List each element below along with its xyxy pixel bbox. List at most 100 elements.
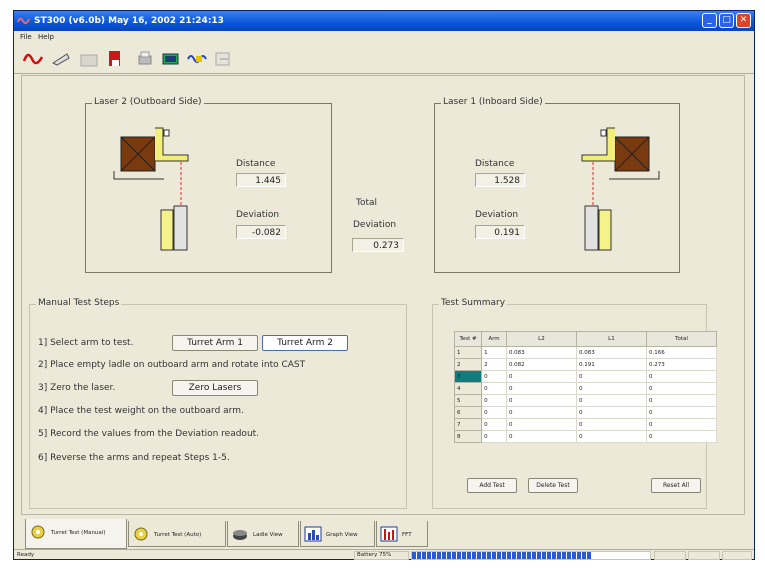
test-summary-table: Test # Arm L2 L1 Total 1 1 0.083 0.083 0.166… — [453, 331, 718, 459]
laser2-group: Laser 2 (Outboard Side) Distance 1.445 D… — [85, 97, 332, 273]
turret-arm-2-button[interactable]: Turret Arm 2 — [262, 335, 348, 351]
test-summary-title: Test Summary — [439, 298, 508, 308]
step-3: 3] Zero the laser. — [38, 383, 116, 393]
turret-arm-1-button[interactable]: Turret Arm 1 — [172, 335, 258, 351]
table-cell: 0 — [645, 394, 718, 407]
table-cell: 0 — [481, 406, 507, 419]
laser2-title: Laser 2 (Outboard Side) — [92, 97, 204, 107]
table-row[interactable]: 70000 — [453, 418, 718, 431]
spectrum-icon — [380, 526, 398, 542]
total-deviation-label-line2: Deviation — [353, 220, 397, 230]
table-cell: 0.191 — [575, 358, 647, 371]
total-deviation-label-line1: Total — [356, 198, 378, 208]
table-cell: 0 — [575, 370, 647, 383]
table-cell: 0.166 — [645, 346, 718, 359]
printer-icon[interactable] — [134, 48, 156, 70]
tab-turret-test-manual[interactable]: Turret Test (Manual) — [25, 519, 127, 549]
table-cell: 0 — [481, 430, 507, 443]
tab-label: Ladle View — [253, 532, 283, 538]
laser2-diagram — [113, 127, 189, 251]
col-l1: L1 — [575, 331, 647, 347]
table-cell: 1 — [481, 346, 507, 359]
tab-label: Turret Test (Manual) — [51, 530, 106, 536]
table-row[interactable]: 40000 — [453, 382, 718, 395]
maximize-button[interactable]: □ — [719, 13, 734, 28]
battery-label: Battery 75% — [357, 552, 392, 558]
gear-icon — [134, 527, 148, 541]
export-icon[interactable] — [212, 48, 234, 70]
monitor-icon[interactable] — [160, 48, 182, 70]
delete-test-button[interactable]: Delete Test — [528, 478, 578, 493]
tab-graph-view[interactable]: Graph View — [300, 521, 375, 547]
table-cell: 0 — [575, 382, 647, 395]
application-window: ST300 (v6.0b) May 16, 2002 21:24:13 _ □ … — [13, 10, 755, 560]
table-row[interactable]: 1 1 0.083 0.083 0.166 — [453, 346, 718, 359]
table-cell: 3 — [453, 370, 483, 383]
col-total: Total — [645, 331, 718, 347]
waveform-icon[interactable] — [22, 48, 44, 70]
table-row[interactable]: 60000 — [453, 406, 718, 419]
laser2-deviation-label: Deviation — [236, 210, 280, 220]
table-cell: 8 — [453, 430, 483, 443]
table-cell: 0 — [481, 394, 507, 407]
table-cell: 2 — [453, 358, 483, 371]
window-title: ST300 (v6.0b) May 16, 2002 21:24:13 — [34, 16, 224, 26]
close-button[interactable]: ✕ — [736, 13, 751, 28]
zero-lasers-button[interactable]: Zero Lasers — [172, 380, 258, 396]
table-cell: 0 — [645, 418, 718, 431]
table-cell: 2 — [481, 358, 507, 371]
tab-turret-test-auto[interactable]: Turret Test (Auto) — [128, 521, 226, 547]
table-cell: 1 — [453, 346, 483, 359]
graph-icon — [304, 526, 322, 542]
menu-file[interactable]: File — [20, 33, 32, 41]
status-text: Ready — [17, 552, 35, 558]
laser1-deviation-value: 0.191 — [475, 225, 525, 239]
status-panel — [688, 551, 720, 560]
tab-fft[interactable]: FFT — [376, 521, 428, 547]
table-row[interactable]: 2 2 0.082 0.191 0.273 — [453, 358, 718, 371]
table-row[interactable]: 50000 — [453, 394, 718, 407]
table-cell: 0.082 — [505, 358, 577, 371]
col-l2: L2 — [505, 331, 577, 347]
tab-label: Turret Test (Auto) — [154, 532, 202, 538]
add-test-button[interactable]: Add Test — [467, 478, 517, 493]
folder-icon[interactable] — [78, 48, 100, 70]
reset-all-button[interactable]: Reset All — [651, 478, 701, 493]
table-cell: 0 — [505, 418, 577, 431]
table-cell: 0 — [645, 406, 718, 419]
col-arm: Arm — [481, 331, 507, 347]
tab-label: Graph View — [326, 532, 358, 538]
probe-icon[interactable] — [50, 48, 72, 70]
table-cell: 0 — [505, 394, 577, 407]
col-test-number: Test # — [453, 331, 483, 347]
title-bar[interactable]: ST300 (v6.0b) May 16, 2002 21:24:13 _ □ … — [14, 11, 754, 31]
status-panel — [654, 551, 686, 560]
laser1-group: Laser 1 (Inboard Side) Distance 1.528 De… — [434, 97, 680, 273]
table-cell: 0 — [575, 406, 647, 419]
table-cell: 0 — [505, 382, 577, 395]
table-cell: 0 — [505, 370, 577, 383]
tab-ladle-view[interactable]: Ladle View — [227, 521, 299, 547]
table-row-selected[interactable]: 30000 — [453, 370, 718, 383]
battery-progress — [411, 551, 651, 560]
step-1: 1] Select arm to test. — [38, 338, 134, 348]
save-icon[interactable] — [104, 48, 126, 70]
table-cell: 0 — [575, 394, 647, 407]
table-cell: 0 — [481, 382, 507, 395]
laser2-distance-value: 1.445 — [236, 173, 286, 187]
step-5: 5] Record the values from the Deviation … — [38, 429, 260, 439]
table-row[interactable]: 80000 — [453, 430, 718, 443]
manual-steps-title: Manual Test Steps — [36, 298, 122, 308]
step-2: 2] Place empty ladle on outboard arm and… — [38, 360, 306, 370]
step-4: 4] Place the test weight on the outboard… — [38, 406, 244, 416]
laser2-distance-label: Distance — [236, 159, 276, 169]
laser1-distance-value: 1.528 — [475, 173, 525, 187]
signal-icon[interactable] — [186, 48, 208, 70]
menu-help[interactable]: Help — [38, 33, 54, 41]
minimize-button[interactable]: _ — [702, 13, 717, 28]
ladle-icon — [233, 530, 247, 540]
toolbar — [14, 43, 754, 74]
laser1-title: Laser 1 (Inboard Side) — [441, 97, 545, 107]
table-cell: 0 — [575, 418, 647, 431]
laser1-diagram — [581, 127, 660, 251]
